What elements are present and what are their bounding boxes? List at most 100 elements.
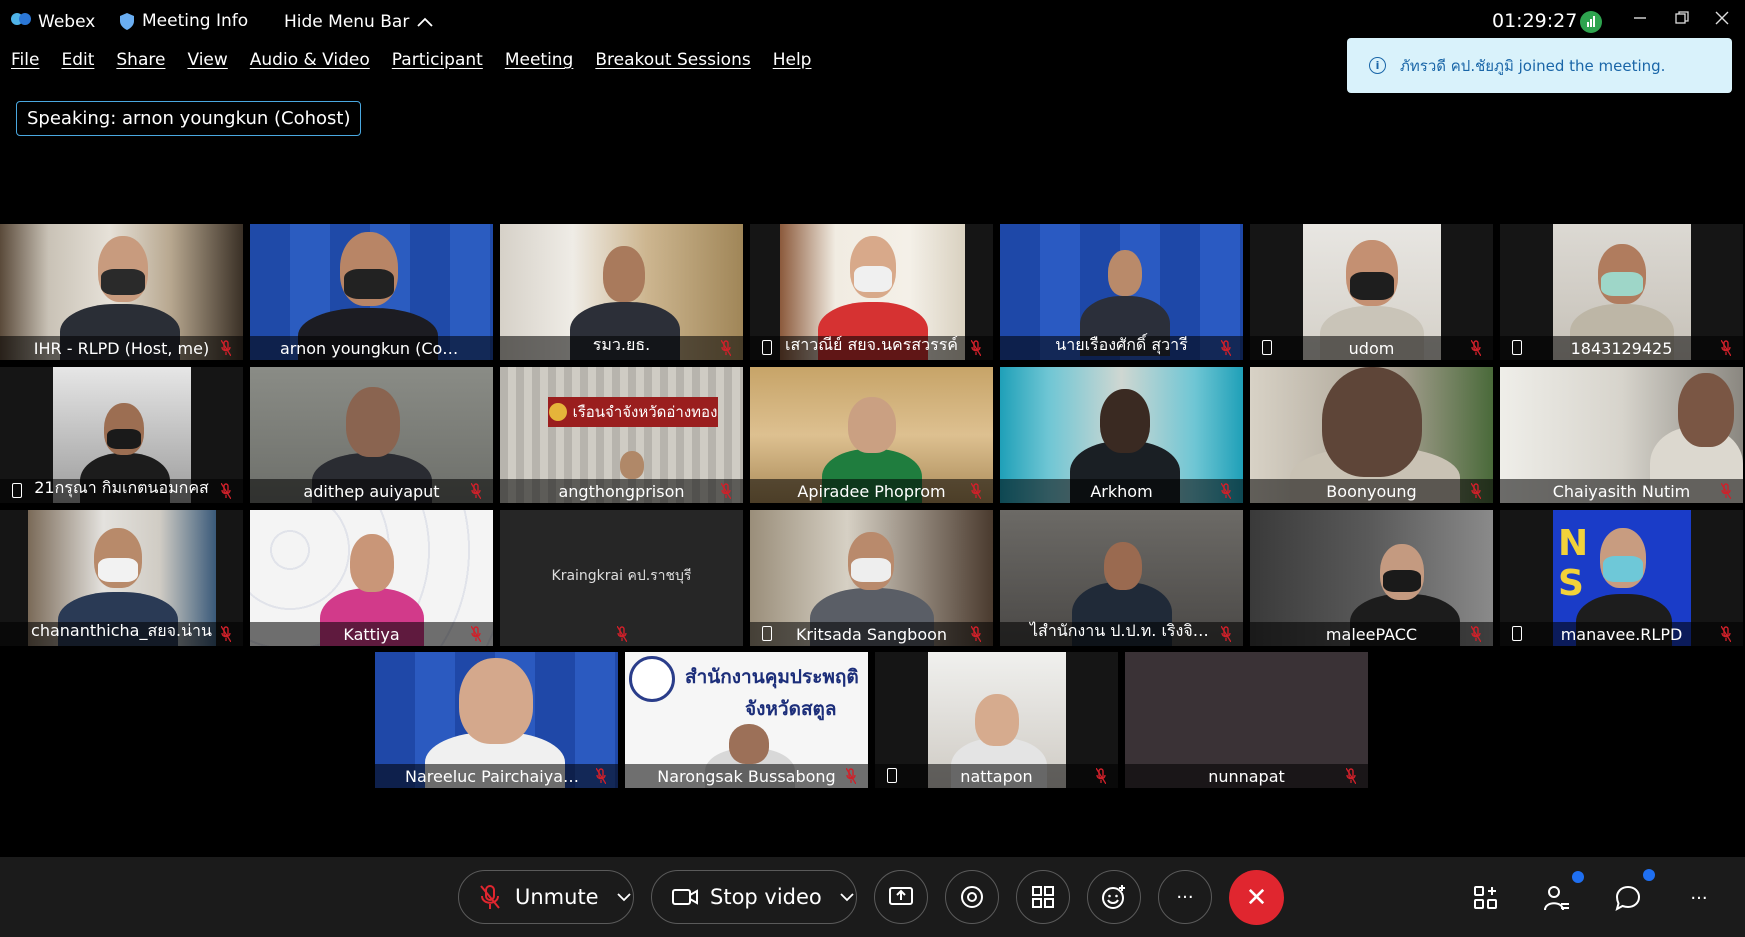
participant-tile[interactable]: นายเรืองศักดิ์ สุวารี bbox=[1000, 224, 1243, 360]
participant-tile[interactable]: udom bbox=[1250, 224, 1493, 360]
minimize-button[interactable] bbox=[1625, 6, 1655, 30]
network-signal-icon[interactable] bbox=[1580, 11, 1602, 33]
reactions-button[interactable] bbox=[1087, 870, 1141, 924]
chevron-up-icon bbox=[417, 17, 433, 27]
menu-audio-video[interactable]: Audio & Video bbox=[239, 50, 381, 78]
unmute-label: Unmute bbox=[515, 885, 599, 909]
participant-tile[interactable]: ไสำนักงาน ป.ป.ท. เริงจิตร ฉิม... bbox=[1000, 510, 1243, 646]
participant-tile[interactable]: adithep auiyaput bbox=[250, 367, 493, 503]
participant-tile[interactable]: Arkhom bbox=[1000, 367, 1243, 503]
muted-mic-icon bbox=[846, 768, 856, 784]
meeting-info-button[interactable]: Meeting Info bbox=[120, 11, 248, 31]
participant-tile[interactable]: N S manavee.RLPD bbox=[1500, 510, 1743, 646]
chevron-down-icon[interactable] bbox=[616, 892, 631, 902]
chat-button[interactable] bbox=[1612, 882, 1644, 914]
layout-button[interactable] bbox=[1016, 870, 1070, 924]
more-options-button[interactable]: ··· bbox=[1158, 870, 1212, 924]
grid-layout-icon bbox=[1032, 886, 1054, 908]
participant-tile[interactable]: Chaiyasith Nutim bbox=[1500, 367, 1743, 503]
participant-tile[interactable]: chananthicha_สยจ.น่าน bbox=[0, 510, 243, 646]
participant-name: Boonyoung bbox=[1326, 482, 1417, 501]
emoji-add-icon bbox=[1102, 885, 1125, 909]
background-text: N S bbox=[1558, 523, 1589, 604]
participant-name: udom bbox=[1348, 339, 1395, 358]
participant-tile[interactable]: nunnapat bbox=[1125, 652, 1368, 788]
participant-tile[interactable]: Kattiya bbox=[250, 510, 493, 646]
satun-sign-line1: สำนักงานคุมประพฤติ bbox=[685, 666, 859, 688]
menu-edit[interactable]: Edit bbox=[50, 50, 105, 78]
participant-name: angthongprison bbox=[558, 482, 685, 501]
participant-tile[interactable]: 21กรุณา กิมเกตนอมกคส bbox=[0, 367, 243, 503]
angthong-sign-text: เรือนจำจังหวัดอ่างทอง bbox=[572, 403, 718, 421]
emblem-icon bbox=[548, 403, 567, 421]
menu-share[interactable]: Share bbox=[105, 50, 176, 78]
muted-mic-icon bbox=[1221, 483, 1231, 499]
menu-breakout-sessions[interactable]: Breakout Sessions bbox=[584, 50, 761, 78]
menu-participant[interactable]: Participant bbox=[381, 50, 494, 78]
participant-name: Kraingkrai คป.ราชบุรี bbox=[551, 568, 692, 584]
muted-mic-icon bbox=[221, 483, 231, 499]
participant-tile[interactable]: สำนักงานคุมประพฤติ จังหวัดสตูล Narongsak… bbox=[625, 652, 868, 788]
participant-tile[interactable]: รมว.ยธ. bbox=[500, 224, 743, 360]
record-button[interactable] bbox=[945, 870, 999, 924]
share-screen-icon bbox=[889, 887, 913, 905]
share-content-button[interactable] bbox=[874, 870, 928, 924]
participant-name: nattapon bbox=[960, 767, 1033, 786]
muted-mic-icon bbox=[971, 626, 981, 642]
video-camera-icon bbox=[672, 889, 698, 905]
unmute-button[interactable]: Unmute bbox=[458, 870, 634, 924]
muted-mic-icon bbox=[471, 626, 481, 642]
muted-mic-icon bbox=[596, 768, 606, 784]
participant-tile[interactable]: Apiradee Phoprom bbox=[750, 367, 993, 503]
participant-name: Apiradee Phoprom bbox=[797, 482, 946, 501]
menu-help[interactable]: Help bbox=[762, 50, 823, 78]
participant-name: Kattiya bbox=[343, 625, 400, 644]
menu-meeting[interactable]: Meeting bbox=[494, 50, 585, 78]
menu-file[interactable]: File bbox=[0, 50, 50, 78]
apps-button[interactable] bbox=[1470, 882, 1502, 914]
menu-view[interactable]: View bbox=[176, 50, 238, 78]
participant-name: chananthicha_สยจ.น่าน bbox=[31, 621, 212, 640]
participant-tile[interactable]: เสาวณีย์ สยจ.นครสวรรค์ bbox=[750, 224, 993, 360]
muted-mic-icon bbox=[1471, 483, 1481, 499]
stop-video-button[interactable]: Stop video bbox=[651, 870, 857, 924]
join-notification: i ภัทรวดี คป.ชัยภูมิ joined the meeting. bbox=[1347, 38, 1732, 93]
participants-panel-button[interactable] bbox=[1541, 882, 1573, 914]
participant-tile[interactable]: IHR - RLPD (Host, me) bbox=[0, 224, 243, 360]
participant-tile-no-video[interactable]: Kraingkrai คป.ราชบุรี bbox=[500, 510, 743, 646]
participant-tile[interactable]: Nareeluc Pairchaiyapoom bbox=[375, 652, 618, 788]
end-meeting-button[interactable]: ✕ bbox=[1229, 870, 1284, 925]
satun-sign-line2: จังหวัดสตูล bbox=[745, 698, 837, 720]
participant-tile[interactable]: 1843129425 bbox=[1500, 224, 1743, 360]
more-panels-label: ··· bbox=[1690, 887, 1708, 909]
join-notification-text: ภัทรวดี คป.ชัยภูมิ joined the meeting. bbox=[1400, 56, 1666, 75]
participant-tile[interactable]: maleePACC bbox=[1250, 510, 1493, 646]
participant-name: manavee.RLPD bbox=[1560, 625, 1683, 644]
participant-tile-active-speaker[interactable]: arnon youngkun (Cohost) bbox=[250, 224, 493, 360]
stop-video-label: Stop video bbox=[710, 885, 822, 909]
participant-name: Narongsak Bussabong bbox=[657, 767, 836, 786]
participant-name: 21กรุณา กิมเกตนอมกคส bbox=[34, 478, 209, 497]
participant-name: Arkhom bbox=[1090, 482, 1153, 501]
muted-mic-icon bbox=[1721, 626, 1731, 642]
participant-name: รมว.ยธ. bbox=[592, 335, 651, 354]
restore-button[interactable] bbox=[1667, 6, 1697, 30]
more-panels-button[interactable]: ··· bbox=[1683, 882, 1715, 914]
speaking-name: arnon youngkun (Cohost) bbox=[122, 108, 351, 129]
participant-tile[interactable]: เรือนจำจังหวัดอ่างทอง angthongprison bbox=[500, 367, 743, 503]
shield-icon bbox=[120, 12, 134, 30]
active-speaker-indicator: Speaking: arnon youngkun (Cohost) bbox=[16, 101, 362, 136]
close-window-button[interactable] bbox=[1707, 6, 1737, 30]
participant-name: Kritsada Sangboon bbox=[795, 625, 948, 644]
participant-tile[interactable]: Boonyoung bbox=[1250, 367, 1493, 503]
muted-mic-icon bbox=[721, 340, 731, 356]
chat-notification-badge bbox=[1643, 869, 1655, 881]
participant-tile[interactable]: Kritsada Sangboon bbox=[750, 510, 993, 646]
participants-icon bbox=[1544, 886, 1569, 911]
participant-name: 1843129425 bbox=[1570, 339, 1673, 358]
minimize-icon bbox=[1634, 17, 1646, 19]
hide-menu-bar-button[interactable]: Hide Menu Bar bbox=[284, 12, 433, 32]
chevron-down-icon[interactable] bbox=[840, 892, 854, 902]
speaking-label: Speaking: bbox=[27, 108, 117, 129]
participant-tile[interactable]: nattapon bbox=[875, 652, 1118, 788]
